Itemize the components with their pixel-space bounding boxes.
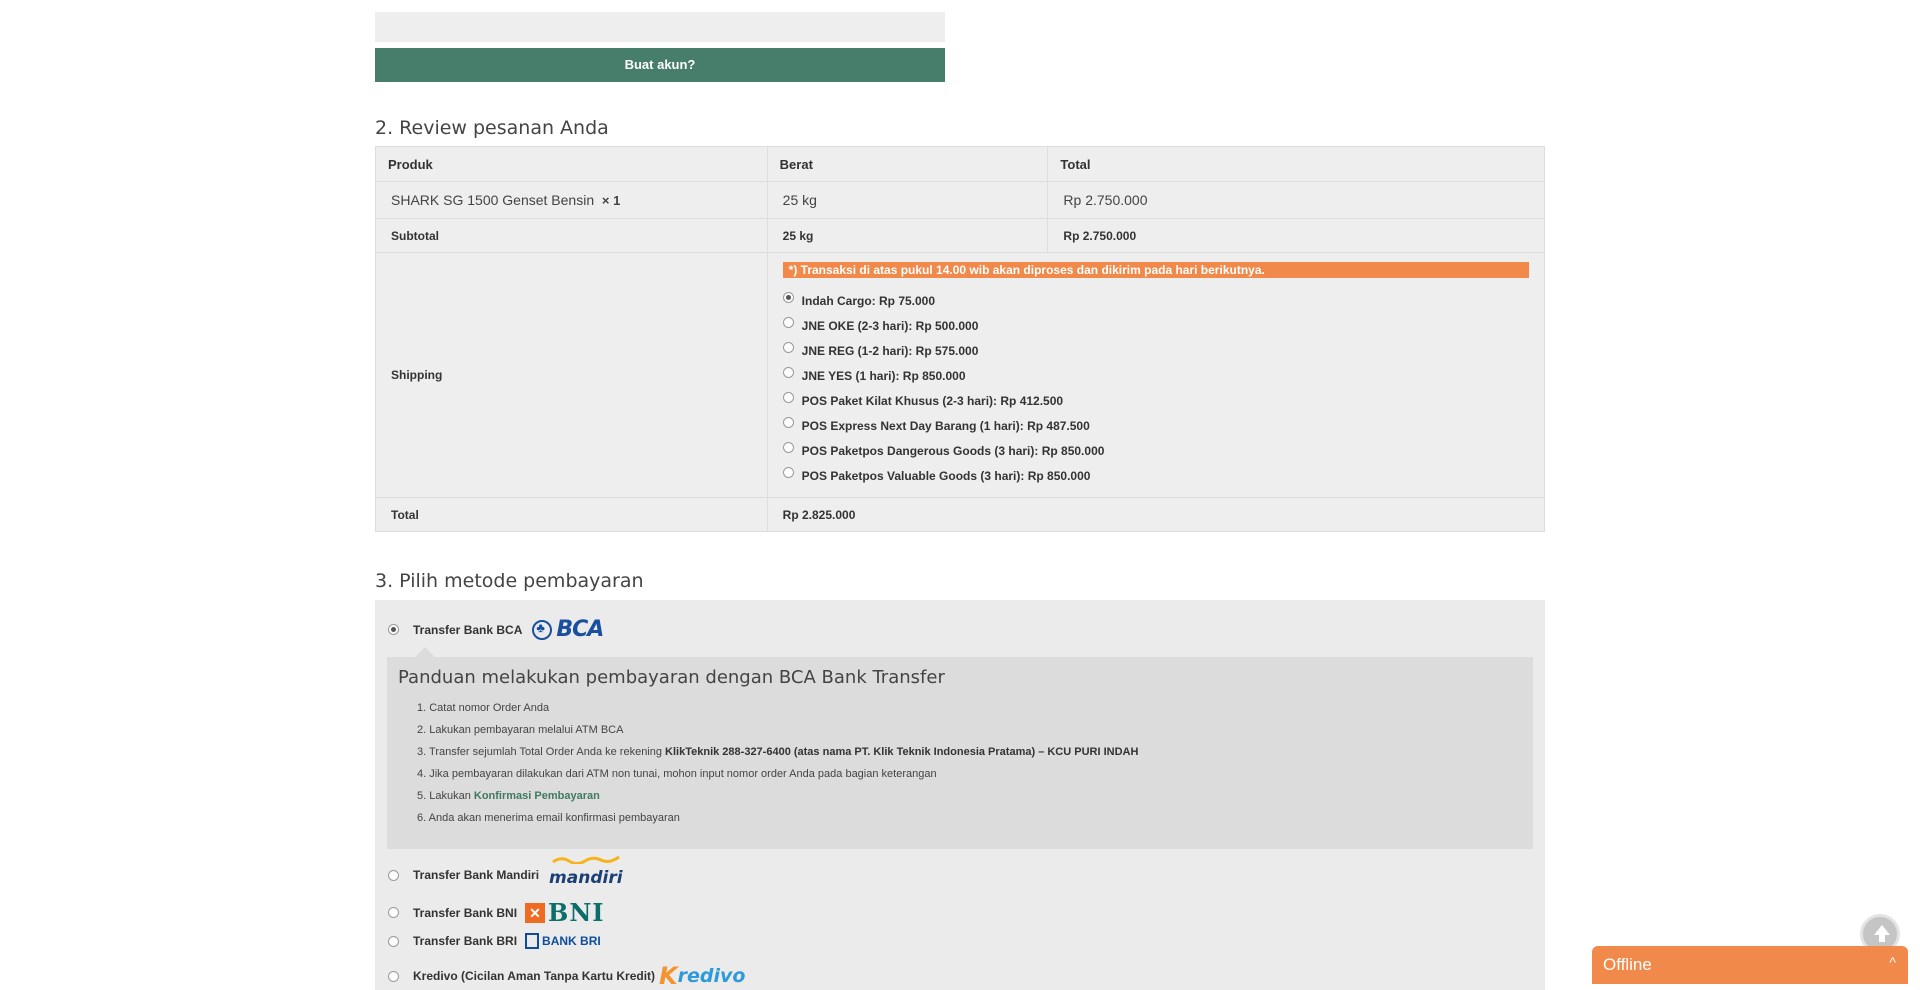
guide-title: Panduan melakukan pembayaran dengan BCA … <box>398 667 945 688</box>
list-item: 5. Lakukan Konfirmasi Pembayaran <box>417 785 1138 807</box>
guide-steps: 1. Catat nomor Order Anda 2. Lakukan pem… <box>400 697 1138 829</box>
shipping-option[interactable]: POS Paketpos Dangerous Goods (3 hari): R… <box>782 438 1529 463</box>
mandiri-logo: mandiri <box>549 856 623 888</box>
step-text: 5. Lakukan <box>417 790 474 802</box>
payment-radio-bri[interactable] <box>388 935 399 947</box>
shipping-option-label: Indah Cargo: Rp 75.000 <box>801 293 936 308</box>
shipping-option-label: POS Paket Kilat Khusus (2-3 hari): Rp 41… <box>801 393 1064 408</box>
order-review-table: Produk Berat Total SHARK SG 1500 Genset … <box>375 146 1546 532</box>
kredivo-logo-k: K <box>659 962 678 990</box>
shipping-radio[interactable] <box>782 442 794 453</box>
product-weight: 25 kg <box>766 181 1049 219</box>
shipping-option[interactable]: POS Paket Kilat Khusus (2-3 hari): Rp 41… <box>782 388 1529 413</box>
list-item: 2. Lakukan pembayaran melalui ATM BCA <box>417 724 624 736</box>
shipping-option-label: JNE YES (1 hari): Rp 850.000 <box>801 368 966 383</box>
shipping-radio[interactable] <box>782 292 794 303</box>
account-number: KlikTeknik 288-327-6400 (atas nama PT. K… <box>665 746 1139 758</box>
payment-method-label: Transfer Bank Mandiri <box>413 868 540 882</box>
bni-logo: ✕ BNI <box>525 898 604 927</box>
payment-method-mandiri[interactable]: Transfer Bank Mandiri mandiri <box>388 856 623 888</box>
product-name: SHARK SG 1500 Genset Bensin <box>391 192 595 208</box>
bni-logo-icon: ✕ <box>525 902 546 923</box>
payment-radio-bni[interactable] <box>388 907 399 918</box>
shipping-option[interactable]: JNE REG (1-2 hari): Rp 575.000 <box>782 338 1529 363</box>
chat-offline-widget[interactable]: Offline ^ <box>1592 946 1908 984</box>
payment-radio-bca[interactable] <box>388 624 399 635</box>
bni-logo-text: BNI <box>548 898 605 927</box>
subtotal-total: Rp 2.750.000 <box>1047 218 1545 253</box>
bri-logo-text: BANK BRI <box>542 934 601 948</box>
product-qty: × 1 <box>601 193 621 208</box>
shipping-option-label: JNE OKE (2-3 hari): Rp 500.000 <box>801 318 979 333</box>
payment-radio-kredivo[interactable] <box>388 970 399 982</box>
guide-caret <box>415 647 435 657</box>
payment-method-label: Transfer Bank BCA <box>413 622 523 637</box>
shipping-radio[interactable] <box>782 342 794 353</box>
shipping-option-label: POS Paketpos Dangerous Goods (3 hari): R… <box>801 443 1105 458</box>
mandiri-logo-text: mandiri <box>549 868 623 888</box>
shipping-option[interactable]: JNE OKE (2-3 hari): Rp 500.000 <box>782 313 1529 338</box>
payment-confirmation-link[interactable]: Konfirmasi Pembayaran <box>474 790 600 802</box>
review-heading: 2. Review pesanan Anda <box>375 117 609 139</box>
bca-logo: BCA <box>532 617 604 642</box>
payment-method-label: Transfer Bank BRI <box>413 934 518 948</box>
shipping-option[interactable]: JNE YES (1 hari): Rp 850.000 <box>782 363 1529 388</box>
total-label: Total <box>375 497 768 532</box>
shipping-radio[interactable] <box>782 467 794 478</box>
shipping-options-list: Indah Cargo: Rp 75.000 JNE OKE (2-3 hari)… <box>782 288 1529 488</box>
list-item: 3. Transfer sejumlah Total Order Anda ke… <box>417 741 1138 763</box>
create-account-button[interactable]: Buat akun? <box>375 48 945 82</box>
payment-method-kredivo[interactable]: Kredivo (Cicilan Aman Tanpa Kartu Kredit… <box>388 962 745 990</box>
password-field[interactable] <box>375 12 945 42</box>
shipping-option-label: JNE REG (1-2 hari): Rp 575.000 <box>801 343 979 358</box>
table-header-row: Produk Berat Total <box>375 146 1545 182</box>
shipping-options-cell: *) Transaksi di atas pukul 14.00 wib aka… <box>766 252 1546 498</box>
subtotal-row: Subtotal 25 kg Rp 2.750.000 <box>375 218 1545 253</box>
payment-method-label: Kredivo (Cicilan Aman Tanpa Kartu Kredit… <box>413 969 656 983</box>
shipping-option-label: POS Paketpos Valuable Goods (3 hari): Rp… <box>801 468 1091 483</box>
shipping-option-label: POS Express Next Day Barang (1 hari): Rp… <box>801 418 1090 433</box>
shipping-option[interactable]: POS Express Next Day Barang (1 hari): Rp… <box>782 413 1529 438</box>
kredivo-logo: Kredivo <box>659 962 745 990</box>
total-value: Rp 2.825.000 <box>766 497 1546 532</box>
product-total: Rp 2.750.000 <box>1047 181 1545 219</box>
column-header-product: Produk <box>375 146 768 182</box>
shipping-radio[interactable] <box>782 367 794 378</box>
subtotal-weight: 25 kg <box>766 218 1049 253</box>
product-cell: SHARK SG 1500 Genset Bensin × 1 <box>375 181 768 219</box>
bca-payment-guide: Panduan melakukan pembayaran dengan BCA … <box>387 647 1533 849</box>
column-header-total: Total <box>1047 146 1545 182</box>
chevron-up-icon[interactable]: ^ <box>1889 954 1896 970</box>
bca-logo-text: BCA <box>556 617 604 642</box>
shipping-option[interactable]: POS Paketpos Valuable Goods (3 hari): Rp… <box>782 463 1529 488</box>
total-row: Total Rp 2.825.000 <box>375 497 1546 532</box>
bri-logo: BANK BRI <box>525 933 601 949</box>
list-item: 6. Anda akan menerima email konfirmasi p… <box>417 812 680 824</box>
shipping-option[interactable]: Indah Cargo: Rp 75.000 <box>782 288 1529 313</box>
mandiri-wave-icon <box>552 856 620 864</box>
step-text: 3. Transfer sejumlah Total Order Anda ke… <box>417 746 666 758</box>
payment-method-label: Transfer Bank BNI <box>413 905 518 920</box>
chat-status-label: Offline <box>1603 955 1652 974</box>
payment-methods-panel: Transfer Bank BCA BCA Panduan melakukan … <box>375 600 1545 990</box>
list-item: 4. Jika pembayaran dilakukan dari ATM no… <box>417 768 937 780</box>
shipping-radio[interactable] <box>782 392 794 403</box>
column-header-weight: Berat <box>766 146 1049 182</box>
table-row: SHARK SG 1500 Genset Bensin × 1 25 kg Rp… <box>375 181 1545 219</box>
bca-logo-icon <box>532 619 553 640</box>
payment-method-bri[interactable]: Transfer Bank BRI BANK BRI <box>388 933 601 949</box>
subtotal-label: Subtotal <box>375 218 768 253</box>
bri-logo-icon <box>525 933 540 949</box>
payment-heading: 3. Pilih metode pembayaran <box>375 570 644 592</box>
payment-method-bni[interactable]: Transfer Bank BNI ✕ BNI <box>388 898 605 927</box>
payment-method-bca[interactable]: Transfer Bank BCA BCA <box>388 617 604 642</box>
shipping-radio[interactable] <box>782 317 794 328</box>
shipping-row: Shipping *) Transaksi di atas pukul 14.0… <box>375 252 1546 498</box>
list-item: 1. Catat nomor Order Anda <box>417 702 550 714</box>
shipping-label: Shipping <box>375 252 768 498</box>
shipping-notice: *) Transaksi di atas pukul 14.00 wib aka… <box>782 262 1529 278</box>
shipping-radio[interactable] <box>782 417 794 428</box>
payment-radio-mandiri[interactable] <box>388 869 399 881</box>
